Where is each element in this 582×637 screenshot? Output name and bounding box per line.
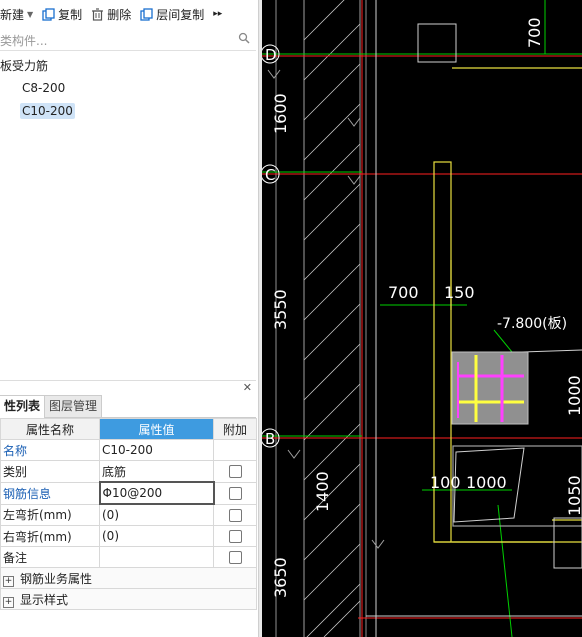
group-row-business[interactable]: + 钢筋业务属性 xyxy=(0,567,257,589)
close-icon[interactable]: ✕ xyxy=(243,381,252,394)
hatched-wall xyxy=(303,0,361,637)
copy-button[interactable]: 复制 xyxy=(42,6,82,23)
rebar-cross-section xyxy=(451,351,529,425)
checkbox-icon[interactable] xyxy=(228,465,242,479)
checkbox-icon[interactable] xyxy=(228,487,242,500)
header-extra: 附加 xyxy=(213,418,257,440)
group-row-display[interactable]: + 显示样式 xyxy=(0,588,257,610)
dim-700: 700 xyxy=(388,283,419,302)
more-icon: ▸▸ xyxy=(213,9,223,19)
property-name: 钢筋信息 xyxy=(0,481,100,505)
header-property-name: 属性名称 xyxy=(0,418,100,440)
rebar-info-input[interactable]: Φ10@200 xyxy=(98,481,215,505)
property-value[interactable]: (0) xyxy=(99,503,214,526)
properties-panel-header: ✕ xyxy=(0,380,256,395)
new-button[interactable]: 新建 ▼ xyxy=(0,6,33,23)
table-row[interactable]: 钢筋信息 Φ10@200 xyxy=(0,481,257,505)
cad-canvas[interactable]: D C B 1600 3550 1400 3650 700 700 150 10… xyxy=(262,0,582,637)
axis-label-c: C xyxy=(265,166,275,184)
property-tabs: 性列表 图层管理 xyxy=(0,395,256,418)
dim-100: 100 xyxy=(430,473,461,492)
axis-label-b: B xyxy=(265,430,275,448)
extra-checkbox[interactable] xyxy=(213,525,257,547)
checkbox-icon[interactable] xyxy=(228,551,242,564)
tree-item-c10-200[interactable]: C10-200 xyxy=(20,103,75,119)
floor-copy-icon xyxy=(140,7,153,21)
dim-1000: 1000 xyxy=(466,473,507,492)
search-placeholder: 类构件... xyxy=(0,34,48,48)
dim-3650: 3650 xyxy=(271,557,290,598)
search-icon[interactable] xyxy=(238,32,250,44)
property-name: 名称 xyxy=(0,439,100,461)
extra-checkbox[interactable] xyxy=(213,546,257,568)
table-row[interactable]: 备注 xyxy=(0,546,257,568)
tree-item-c8-200[interactable]: C8-200 xyxy=(20,80,67,96)
extra-checkbox[interactable] xyxy=(213,503,257,526)
dim-1050: 1050 xyxy=(565,475,582,516)
group-label: 钢筋业务属性 xyxy=(20,571,93,586)
trash-icon xyxy=(92,7,104,21)
delete-button[interactable]: 删除 xyxy=(91,6,131,23)
tab-property-list[interactable]: 性列表 xyxy=(0,395,46,418)
table-row[interactable]: 名称 C10-200 xyxy=(0,439,257,461)
dim-1000-right: 1000 xyxy=(565,375,582,416)
dim-150: 150 xyxy=(444,283,475,302)
property-value[interactable]: C10-200 xyxy=(99,439,214,461)
property-table: 属性名称 属性值 附加 名称 C10-200 类别 底筋 钢筋信息 Φ10@20… xyxy=(0,418,257,610)
property-table-header: 属性名称 属性值 附加 xyxy=(0,418,257,440)
drawing[interactable]: D C B 1600 3550 1400 3650 700 700 150 10… xyxy=(262,0,582,637)
checkbox-icon[interactable] xyxy=(228,508,242,522)
property-name: 右弯折(mm) xyxy=(0,525,100,547)
extra-cell xyxy=(213,439,257,461)
floor-copy-label: 层间复制 xyxy=(156,7,205,22)
new-label: 新建 xyxy=(0,7,25,22)
floor-copy-button[interactable]: 层间复制 xyxy=(140,6,204,23)
extra-checkbox[interactable] xyxy=(213,460,257,483)
extra-checkbox[interactable] xyxy=(213,481,257,505)
more-button[interactable]: ▸▸ xyxy=(213,9,222,19)
table-row[interactable]: 右弯折(mm) (0) xyxy=(0,525,257,547)
tree-root-item[interactable]: 板受力筋 xyxy=(0,57,48,74)
property-name: 类别 xyxy=(0,460,100,483)
dim-1400: 1400 xyxy=(313,471,332,512)
search-bar[interactable]: 类构件... xyxy=(0,30,256,51)
header-property-value: 属性值 xyxy=(99,418,214,440)
property-value[interactable]: 底筋 xyxy=(99,460,214,483)
delete-label: 删除 xyxy=(107,7,132,22)
property-value[interactable]: (0) xyxy=(99,525,214,547)
table-row[interactable]: 类别 底筋 xyxy=(0,460,257,483)
elevation-label: -7.800(板) xyxy=(497,316,567,332)
left-panel: 新建 ▼ 复制 删除 层间复制 ▸▸ 类构件... 板受力筋 C8-200 C1… xyxy=(0,0,258,637)
dropdown-arrow-icon[interactable]: ▼ xyxy=(27,10,33,19)
property-value[interactable] xyxy=(99,546,214,568)
checkbox-icon[interactable] xyxy=(228,530,242,543)
dim-1600: 1600 xyxy=(271,93,290,134)
property-name: 备注 xyxy=(0,546,100,568)
axis-label-d: D xyxy=(265,46,277,64)
toolbar: 新建 ▼ 复制 删除 层间复制 ▸▸ xyxy=(0,0,258,28)
dim-700-top: 700 xyxy=(525,17,544,48)
group-label: 显示样式 xyxy=(20,592,69,607)
dim-3550: 3550 xyxy=(271,289,290,330)
expand-icon[interactable]: + xyxy=(3,575,14,587)
copy-label: 复制 xyxy=(58,7,83,22)
tab-layer-management[interactable]: 图层管理 xyxy=(44,395,103,418)
copy-icon xyxy=(42,7,55,21)
property-name: 左弯折(mm) xyxy=(0,503,100,526)
expand-icon[interactable]: + xyxy=(3,596,14,608)
table-row[interactable]: 左弯折(mm) (0) xyxy=(0,503,257,526)
